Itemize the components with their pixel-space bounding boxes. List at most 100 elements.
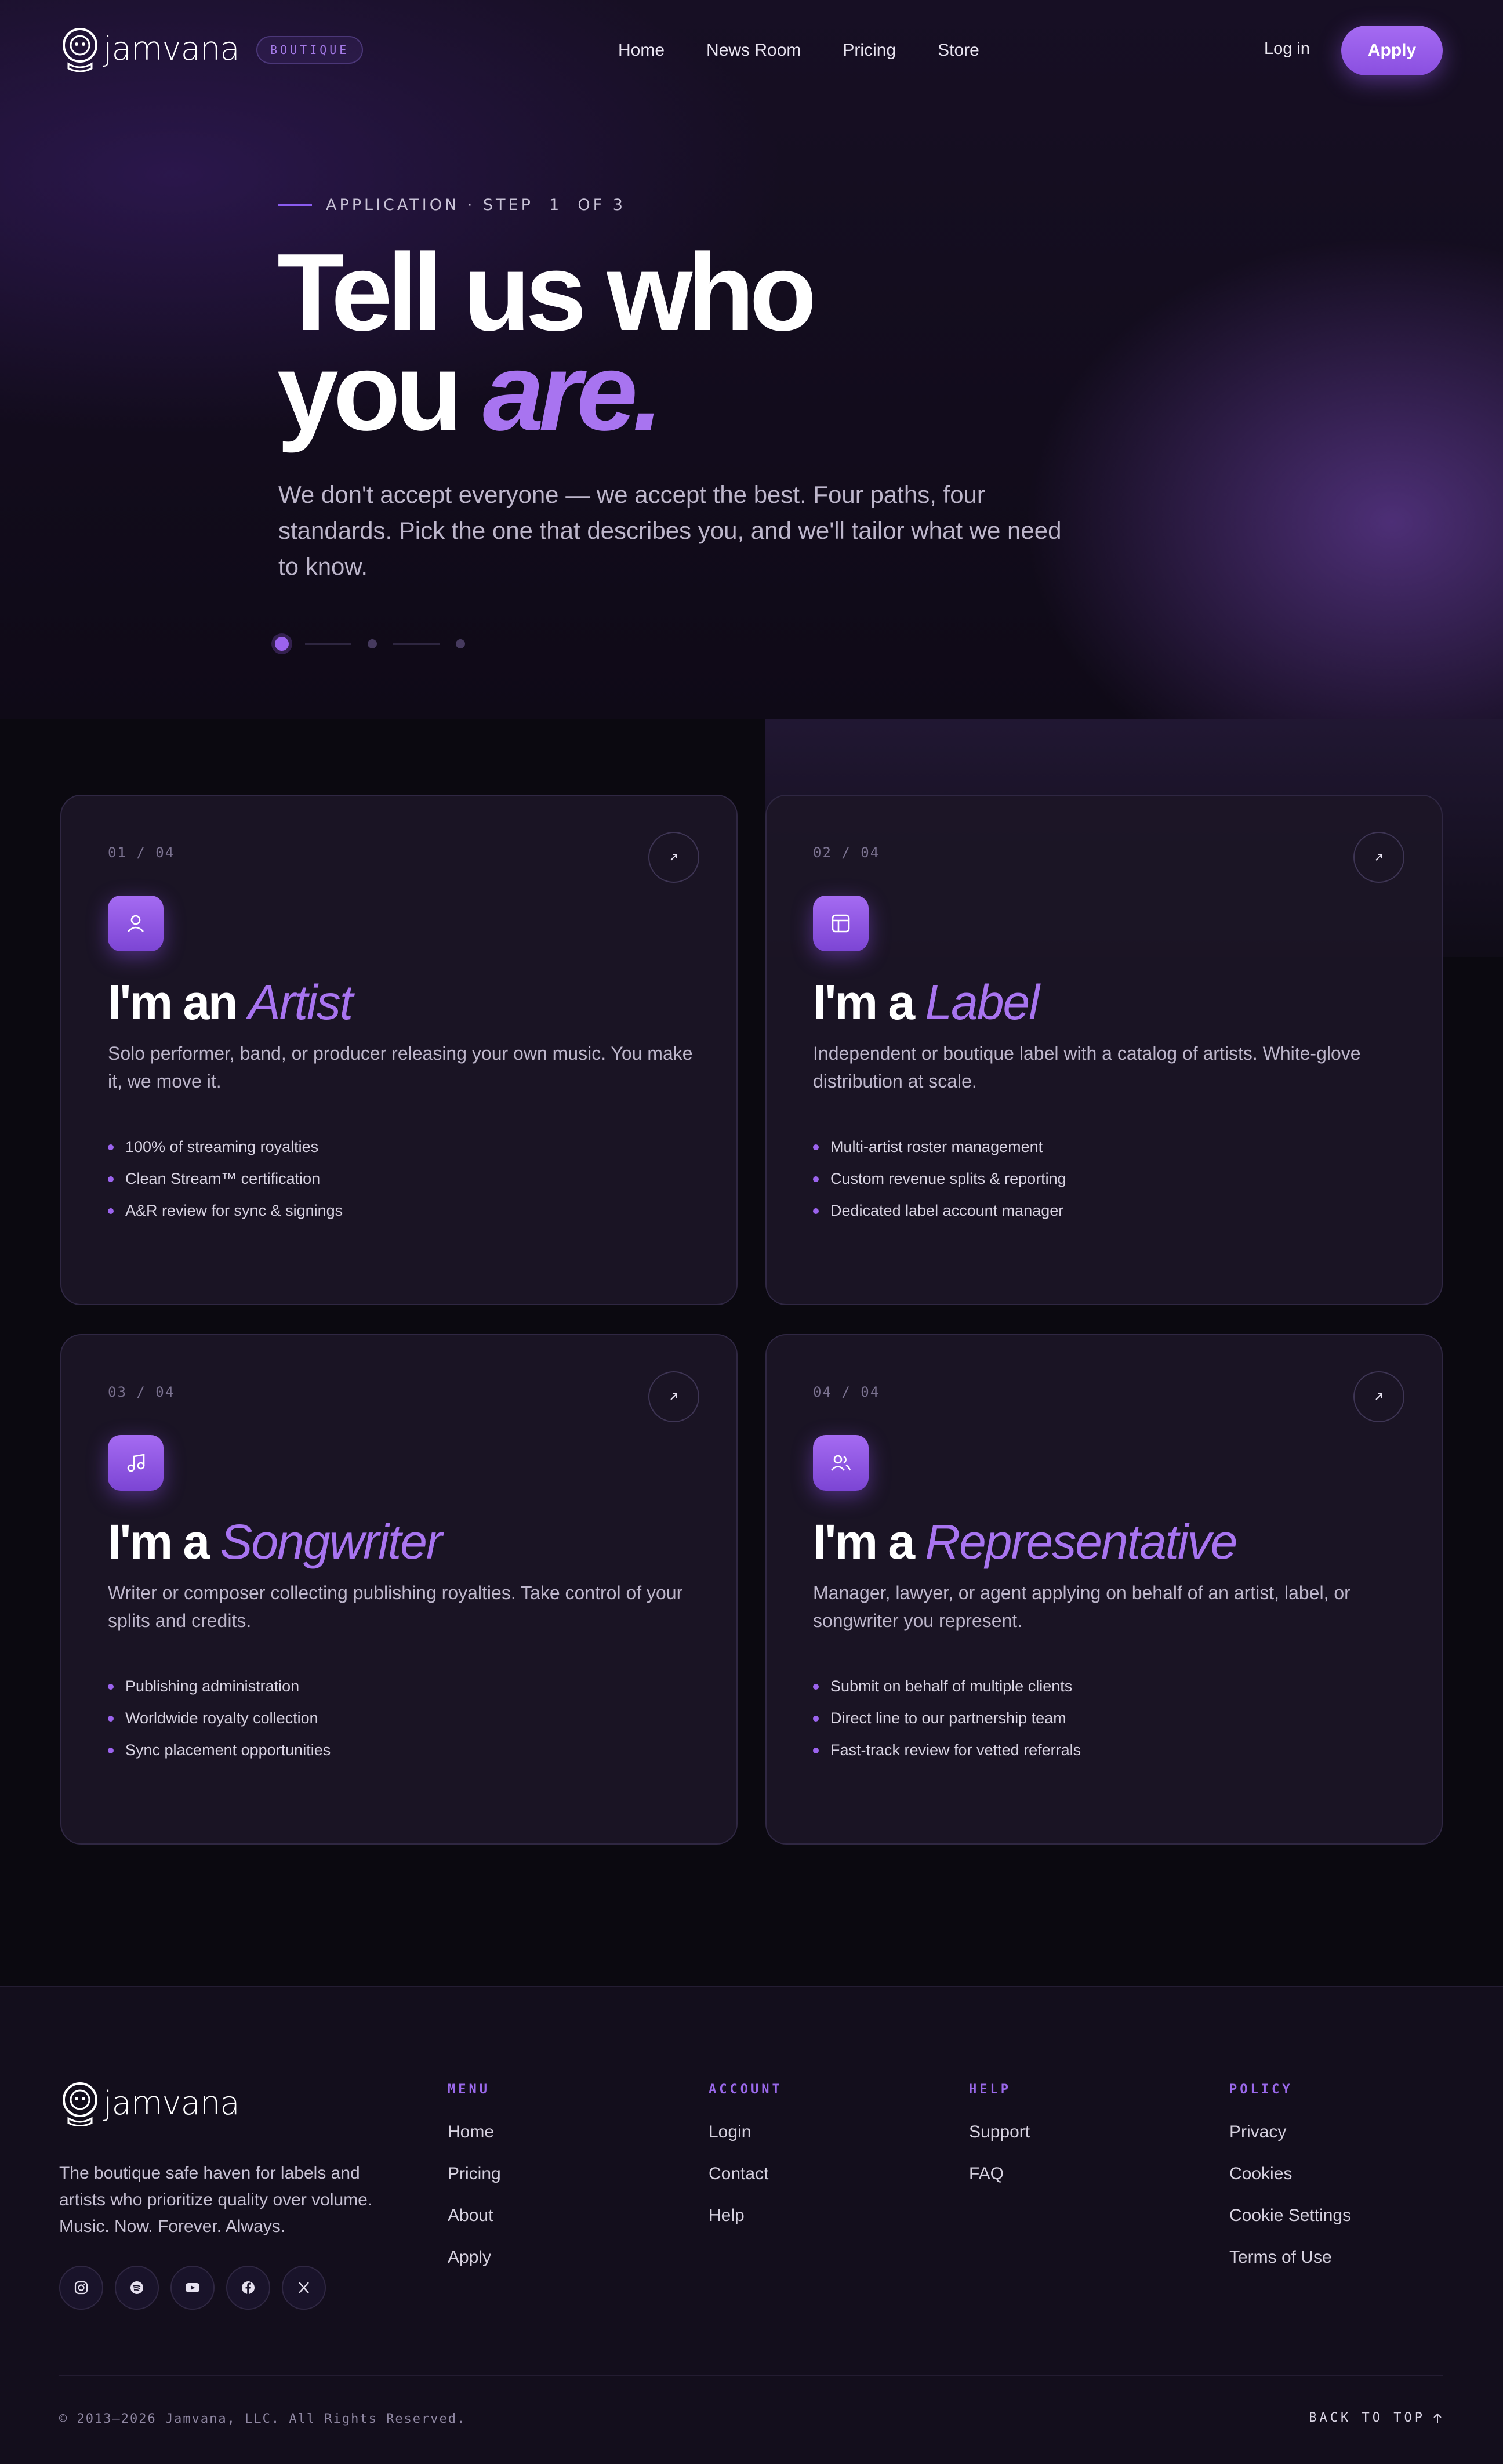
footer-link-apply[interactable]: Apply	[448, 2248, 501, 2267]
copyright-text: © 2013–2026 Jamvana, LLC. All Rights Res…	[59, 2412, 466, 2426]
list-item: Multi-artist roster management	[813, 1131, 1066, 1163]
back-to-top-link[interactable]: BACK TO TOP	[1309, 2411, 1443, 2425]
layout-icon	[813, 896, 869, 951]
step-connector	[393, 643, 440, 645]
card-description: Writer or composer collecting publishing…	[108, 1582, 683, 1631]
card-number: 01 / 04	[108, 845, 175, 861]
arrow-up-icon	[1433, 2413, 1442, 2423]
list-item: Dedicated label account manager	[813, 1195, 1066, 1227]
arrow-up-right-icon[interactable]	[648, 1371, 699, 1422]
youtube-icon[interactable]	[170, 2266, 215, 2310]
step-indicator	[275, 637, 465, 651]
feature-list: Submit on behalf of multiple clients Dir…	[813, 1671, 1081, 1766]
path-card-label[interactable]: 02 / 04 I'm a Label Independent or bouti…	[765, 795, 1443, 1305]
footer-col-policy: POLICY Privacy Cookies Cookie Settings T…	[1229, 2082, 1351, 2289]
footer-col-menu: MENU Home Pricing About Apply	[448, 2082, 501, 2289]
footer-link-faq[interactable]: FAQ	[969, 2164, 1030, 2184]
login-link[interactable]: Log in	[1264, 39, 1310, 59]
arrow-up-right-icon[interactable]	[1353, 1371, 1404, 1422]
step-dot-2	[368, 639, 377, 648]
page-title: Tell us who you are.	[277, 237, 816, 447]
instagram-icon[interactable]	[59, 2266, 103, 2310]
footer-link-support[interactable]: Support	[969, 2122, 1030, 2142]
nav-pricing[interactable]: Pricing	[843, 41, 896, 60]
card-title: I'm a Label	[813, 975, 1040, 1030]
path-card-representative[interactable]: 04 / 04 I'm a Representative Manager, la…	[765, 1334, 1443, 1845]
footer-link-login[interactable]: Login	[709, 2122, 783, 2142]
apply-button[interactable]: Apply	[1341, 26, 1443, 75]
card-title-accent: Label	[925, 975, 1040, 1030]
footer-link-terms[interactable]: Terms of Use	[1229, 2248, 1351, 2267]
astronaut-logo-icon	[63, 2082, 97, 2126]
card-description: Independent or boutique label with a cat…	[813, 1043, 1361, 1092]
back-to-top-label: BACK TO TOP	[1309, 2411, 1425, 2425]
card-number: 02 / 04	[813, 845, 880, 861]
footer-link-contact[interactable]: Contact	[709, 2164, 783, 2184]
site-footer: jamvana The boutique safe haven for labe…	[0, 1986, 1503, 2464]
list-item: Custom revenue splits & reporting	[813, 1163, 1066, 1195]
brand-wordmark: jamvana	[103, 30, 240, 68]
card-description: Solo performer, band, or producer releas…	[108, 1043, 693, 1092]
step-connector	[305, 643, 351, 645]
hero-subtitle: We don't accept everyone — we accept the…	[278, 481, 1062, 580]
feature-list: 100% of streaming royalties Clean Stream…	[108, 1131, 343, 1227]
title-accent: are.	[482, 331, 663, 454]
facebook-icon[interactable]	[226, 2266, 270, 2310]
nav-store[interactable]: Store	[938, 41, 979, 60]
list-item: Direct line to our partnership team	[813, 1702, 1081, 1734]
feature-list: Publishing administration Worldwide roya…	[108, 1671, 331, 1766]
footer-col-heading: ACCOUNT	[709, 2082, 783, 2097]
feature-list: Multi-artist roster management Custom re…	[813, 1131, 1066, 1227]
step-dot-1-active	[275, 637, 289, 651]
footer-link-home[interactable]: Home	[448, 2122, 501, 2142]
list-item: Publishing administration	[108, 1671, 331, 1702]
list-item: Submit on behalf of multiple clients	[813, 1671, 1081, 1702]
arrow-up-right-icon[interactable]	[648, 832, 699, 883]
card-title-accent: Representative	[925, 1514, 1237, 1569]
eyebrow-line	[278, 204, 312, 206]
path-card-songwriter[interactable]: 03 / 04 I'm a Songwriter Writer or compo…	[60, 1334, 738, 1845]
nav-news-room[interactable]: News Room	[706, 41, 801, 60]
x-icon[interactable]	[282, 2266, 326, 2310]
card-title-accent: Artist	[248, 975, 353, 1030]
footer-link-pricing[interactable]: Pricing	[448, 2164, 501, 2184]
card-description: Manager, lawyer, or agent applying on be…	[813, 1582, 1350, 1631]
list-item: Worldwide royalty collection	[108, 1702, 331, 1734]
card-title-accent: Songwriter	[220, 1514, 442, 1569]
users-icon	[813, 1435, 869, 1491]
list-item: A&R review for sync & signings	[108, 1195, 343, 1227]
card-number: 03 / 04	[108, 1384, 175, 1400]
brand-logo[interactable]: jamvana	[59, 26, 240, 72]
eyebrow-text: APPLICATION · STEP 1 OF 3	[326, 196, 626, 214]
footer-link-privacy[interactable]: Privacy	[1229, 2122, 1351, 2142]
footer-link-help[interactable]: Help	[709, 2206, 783, 2226]
footer-col-heading: HELP	[969, 2082, 1011, 2097]
list-item: Clean Stream™ certification	[108, 1163, 343, 1195]
footer-link-cookies[interactable]: Cookies	[1229, 2164, 1351, 2184]
boutique-badge: BOUTIQUE	[256, 36, 364, 64]
nav-home[interactable]: Home	[618, 41, 665, 60]
list-item: Sync placement opportunities	[108, 1734, 331, 1766]
step-eyebrow: APPLICATION · STEP 1 OF 3	[278, 196, 626, 214]
site-header: jamvana BOUTIQUE Home News Room Pricing …	[0, 0, 1503, 102]
list-item: 100% of streaming royalties	[108, 1131, 343, 1163]
footer-link-cookie-settings[interactable]: Cookie Settings	[1229, 2206, 1351, 2226]
footer-col-heading: POLICY	[1229, 2082, 1293, 2097]
path-card-artist[interactable]: 01 / 04 I'm an Artist Solo performer, ba…	[60, 795, 738, 1305]
step-dot-3	[456, 639, 465, 648]
title-line-2: you	[277, 331, 483, 454]
footer-link-about[interactable]: About	[448, 2206, 501, 2226]
music-note-icon	[108, 1435, 164, 1491]
list-item: Fast-track review for vetted referrals	[813, 1734, 1081, 1766]
card-title: I'm an Artist	[108, 975, 353, 1030]
card-title: I'm a Representative	[813, 1514, 1237, 1569]
spotify-icon[interactable]	[115, 2266, 159, 2310]
arrow-up-right-icon[interactable]	[1353, 832, 1404, 883]
footer-logo[interactable]: jamvana	[59, 2080, 240, 2126]
card-title: I'm a Songwriter	[108, 1514, 442, 1569]
footer-col-help: HELP Support FAQ	[969, 2082, 1030, 2206]
card-number: 04 / 04	[813, 1384, 880, 1400]
brand-wordmark: jamvana	[103, 2084, 240, 2122]
social-links	[59, 2266, 326, 2310]
footer-divider	[59, 2375, 1443, 2376]
